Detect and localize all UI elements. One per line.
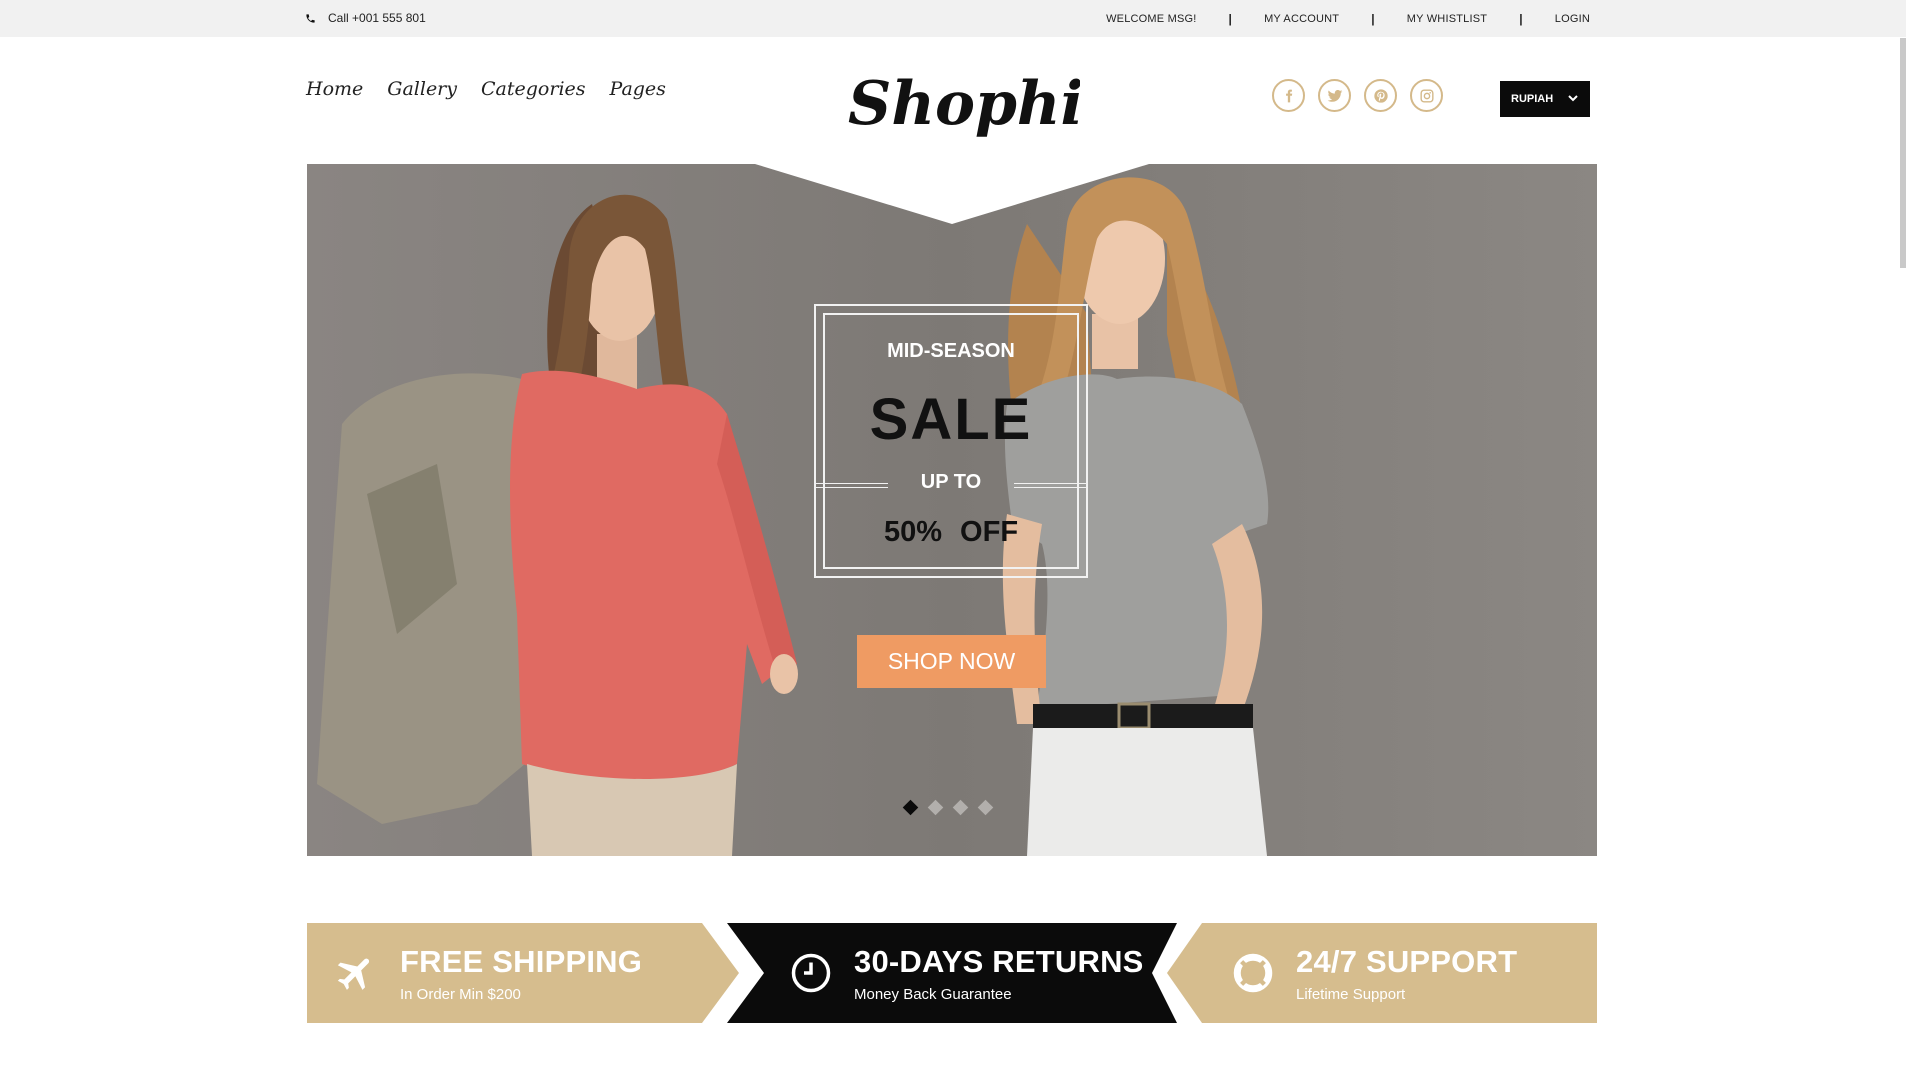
instagram-button[interactable] [1410,79,1443,112]
account-links: WELCOME MSG! | MY ACCOUNT | MY WHISTLIST… [1106,12,1590,26]
twitter-icon [1327,89,1342,102]
feature-title: 30-DAYS RETURNS [854,943,1144,979]
feature-shipping: FREE SHIPPING In Order Min $200 [334,923,642,1023]
facebook-icon [1285,89,1292,102]
feature-returns: 30-DAYS RETURNS Money Back Guarantee [790,923,1144,1023]
top-bar: Call +001 555 801 WELCOME MSG! | MY ACCO… [0,0,1906,37]
nav-pages[interactable]: Pages [610,78,666,100]
shop-now-button[interactable]: SHOP NOW [857,635,1046,688]
separator: | [1519,12,1523,26]
phone-icon [306,13,315,23]
feature-subtitle: In Order Min $200 [400,985,521,1003]
slide-dot-2[interactable] [927,799,944,816]
slide-dot-4[interactable] [977,799,994,816]
nav-categories[interactable]: Categories [481,78,586,100]
twitter-button[interactable] [1318,79,1351,112]
sale-box: MID-SEASON SALE UP TO 50% OFF [814,304,1088,578]
clock-icon [791,953,831,993]
pinterest-button[interactable] [1364,79,1397,112]
slide-dot-3[interactable] [952,799,969,816]
slider-dots [902,799,994,816]
feature-support: 24/7 SUPPORT Lifetime Support [1232,923,1517,1023]
sale-headline: SALE [869,387,1033,452]
facebook-button[interactable] [1272,79,1305,112]
welcome-message: WELCOME MSG! [1106,13,1197,25]
sale-kicker: MID-SEASON [887,340,1015,362]
currency-label: RUPIAH [1511,93,1554,105]
phone-number: Call +001 555 801 [328,11,426,25]
features-strip: FREE SHIPPING In Order Min $200 30-DAYS … [307,923,1597,1023]
phone-contact: Call +001 555 801 [305,11,426,25]
feature-subtitle: Lifetime Support [1296,985,1406,1003]
site-logo[interactable]: Shophia [840,58,1080,148]
login-link[interactable]: LOGIN [1555,13,1590,25]
hero-banner: MID-SEASON SALE UP TO 50% OFF SHOP NOW [307,164,1597,856]
feature-title: FREE SHIPPING [400,943,643,979]
feature-title: 24/7 SUPPORT [1296,943,1518,979]
chevron-down-icon [1568,95,1578,102]
social-links [1272,79,1443,112]
sale-upto: UP TO [816,471,1086,494]
slide-dot-1[interactable] [902,799,919,816]
sale-discount: 50% OFF [883,516,1019,548]
lifebuoy-icon [1233,953,1273,993]
nav-gallery[interactable]: Gallery [387,78,457,100]
wishlist-link[interactable]: MY WHISTLIST [1407,13,1487,25]
separator: | [1228,12,1233,26]
nav-home[interactable]: Home [306,78,363,100]
pinterest-icon [1373,88,1388,103]
separator: | [1371,12,1375,26]
my-account-link[interactable]: MY ACCOUNT [1264,13,1339,25]
feature-subtitle: Money Back Guarantee [854,985,1012,1003]
scrollbar[interactable] [1900,38,1906,268]
currency-selector[interactable]: RUPIAH [1500,81,1590,117]
instagram-icon [1419,88,1434,103]
airplane-icon [337,958,370,990]
main-nav: Home Gallery Categories Pages [306,78,666,100]
logo-text: Shophia [848,69,1080,139]
